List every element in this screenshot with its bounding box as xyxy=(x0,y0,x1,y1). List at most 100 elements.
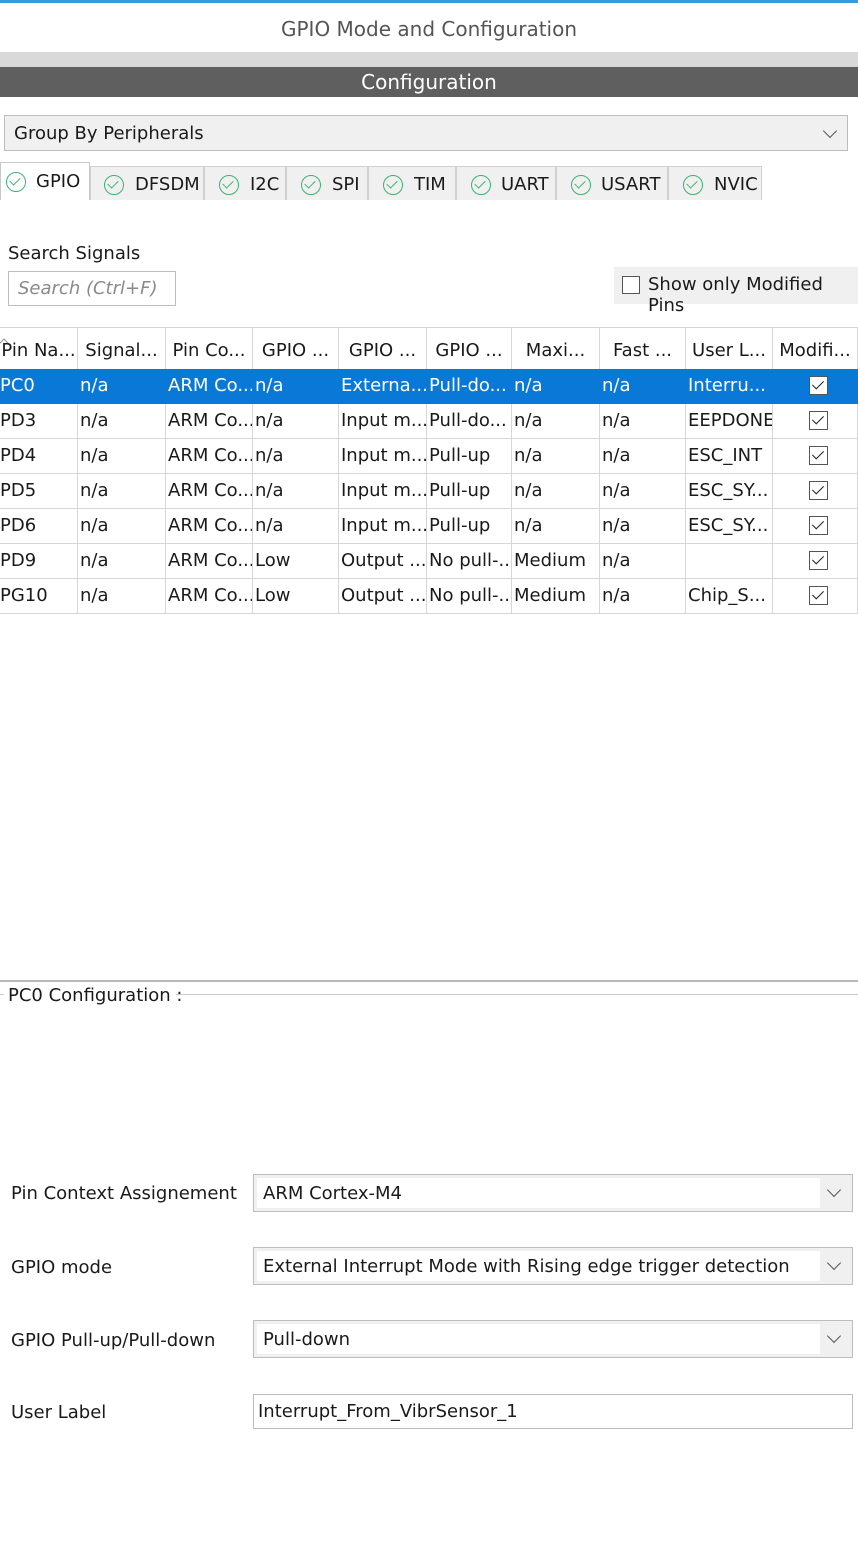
tab-spi[interactable]: SPI xyxy=(286,166,368,200)
table-row[interactable]: PD3 n/a ARM Co... n/a Input m... Pull-do... n/… xyxy=(0,404,858,439)
tab-uart[interactable]: UART xyxy=(456,166,556,200)
tab-label: USART xyxy=(601,174,661,195)
column-header-modified[interactable]: Modifi... xyxy=(773,327,858,369)
modified-checkbox[interactable] xyxy=(809,446,828,465)
column-header-pin-context[interactable]: Pin Co... xyxy=(166,327,253,369)
cell-modified xyxy=(773,439,858,474)
cell-user-label: ESC_SY... xyxy=(686,509,773,544)
cell-gpio-output-level: n/a xyxy=(253,474,339,509)
cell-modified xyxy=(773,544,858,579)
tab-nvic[interactable]: NVIC xyxy=(668,166,762,200)
cell-gpio-mode: Input m... xyxy=(339,474,427,509)
column-header-gpio-pull[interactable]: GPIO ... xyxy=(427,327,512,369)
cell-gpio-mode: Input m... xyxy=(339,439,427,474)
modified-checkbox[interactable] xyxy=(809,481,828,500)
cell-fast-mode: n/a xyxy=(600,544,686,579)
table-row[interactable]: PD4 n/a ARM Co... n/a Input m... Pull-up n/a n/… xyxy=(0,439,858,474)
column-header-user-label[interactable]: User L... xyxy=(686,327,773,369)
cell-pin-context: ARM Co... xyxy=(166,369,253,404)
cell-gpio-pull: Pull-up xyxy=(427,439,512,474)
cell-max-speed: n/a xyxy=(512,404,600,439)
table-row[interactable]: PC0 n/a ARM Co... n/a Externa... Pull-do... n/… xyxy=(0,369,858,404)
check-circle-icon xyxy=(383,175,403,195)
modified-checkbox[interactable] xyxy=(809,411,828,430)
cell-modified xyxy=(773,579,858,614)
window-title: GPIO Mode and Configuration xyxy=(280,17,578,41)
cell-fast-mode: n/a xyxy=(600,404,686,439)
cell-fast-mode: n/a xyxy=(600,509,686,544)
tab-label: UART xyxy=(501,174,549,195)
column-header-pin-name[interactable]: Pin Na... xyxy=(0,327,78,369)
show-modified-toggle[interactable]: Show only Modified Pins xyxy=(614,267,858,316)
cell-pin-context: ARM Co... xyxy=(166,544,253,579)
table-row[interactable]: PD9 n/a ARM Co... Low Output ... No pull-... M… xyxy=(0,544,858,579)
tab-label: DFSDM xyxy=(135,174,200,195)
modified-checkbox[interactable] xyxy=(809,376,828,395)
modified-checkbox[interactable] xyxy=(809,551,828,570)
gpio-mode-select[interactable]: External Interrupt Mode with Rising edge… xyxy=(253,1247,853,1285)
pin-context-select[interactable]: ARM Cortex-M4 xyxy=(253,1174,853,1212)
cell-pin-name: PD6 xyxy=(0,509,78,544)
column-header-gpio-output-level[interactable]: GPIO ... xyxy=(253,327,339,369)
cell-signal: n/a xyxy=(78,404,166,439)
cell-gpio-output-level: Low xyxy=(253,579,339,614)
tab-gpio[interactable]: GPIO xyxy=(0,162,90,200)
check-circle-icon xyxy=(301,175,321,195)
table-row[interactable]: PD5 n/a ARM Co... n/a Input m... Pull-up n/a n/… xyxy=(0,474,858,509)
tab-label: SPI xyxy=(332,174,360,195)
check-circle-icon xyxy=(219,175,239,195)
check-circle-icon xyxy=(104,175,124,195)
table-row[interactable]: PG10 n/a ARM Co... Low Output ... No pull-...… xyxy=(0,579,858,614)
tab-i2c[interactable]: I2C xyxy=(204,166,286,200)
cell-pin-name: PD4 xyxy=(0,439,78,474)
section-header: Configuration xyxy=(0,67,858,97)
cell-gpio-mode: Output ... xyxy=(339,579,427,614)
cell-gpio-pull: Pull-do... xyxy=(427,369,512,404)
tab-dfsdm[interactable]: DFSDM xyxy=(90,166,204,200)
column-header-signal[interactable]: Signal... xyxy=(78,327,166,369)
group-border xyxy=(0,994,4,995)
table-row[interactable]: PD6 n/a ARM Co... n/a Input m... Pull-up n/a n/… xyxy=(0,509,858,544)
cell-pin-context: ARM Co... xyxy=(166,579,253,614)
cell-fast-mode: n/a xyxy=(600,369,686,404)
cell-modified xyxy=(773,369,858,404)
cell-modified xyxy=(773,509,858,544)
cell-gpio-output-level: Low xyxy=(253,544,339,579)
combo-field: Pull-down xyxy=(257,1324,820,1354)
cell-pin-name: PD9 xyxy=(0,544,78,579)
cell-modified xyxy=(773,474,858,509)
cell-user-label: EEPDONE xyxy=(686,404,773,439)
search-input[interactable] xyxy=(8,271,176,306)
show-modified-checkbox[interactable] xyxy=(622,276,640,294)
column-header-fast-mode[interactable]: Fast ... xyxy=(600,327,686,369)
tab-usart[interactable]: USART xyxy=(556,166,668,200)
cell-max-speed: n/a xyxy=(512,474,600,509)
cell-max-speed: Medium xyxy=(512,544,600,579)
tab-label: I2C xyxy=(250,174,280,195)
tab-tim[interactable]: TIM xyxy=(368,166,456,200)
column-header-gpio-mode[interactable]: GPIO ... xyxy=(339,327,427,369)
cell-gpio-pull: Pull-up xyxy=(427,474,512,509)
window-title-bar: GPIO Mode and Configuration xyxy=(0,0,858,52)
tab-label: GPIO xyxy=(36,171,81,192)
cell-gpio-mode: Input m... xyxy=(339,509,427,544)
column-header-max-speed[interactable]: Maxi... xyxy=(512,327,600,369)
check-circle-icon xyxy=(571,175,591,195)
cell-fast-mode: n/a xyxy=(600,474,686,509)
group-by-select[interactable]: Group By Peripherals xyxy=(4,115,848,151)
cell-pin-name: PG10 xyxy=(0,579,78,614)
cell-signal: n/a xyxy=(78,509,166,544)
panel-splitter[interactable] xyxy=(0,980,858,982)
user-label-input[interactable] xyxy=(253,1394,853,1429)
cell-pin-name: PC0 xyxy=(0,369,78,404)
modified-checkbox[interactable] xyxy=(809,516,828,535)
gpio-pull-value: Pull-down xyxy=(263,1329,351,1350)
pin-context-label: Pin Context Assignement xyxy=(11,1183,237,1204)
modified-checkbox[interactable] xyxy=(809,586,828,605)
cell-fast-mode: n/a xyxy=(600,439,686,474)
cell-pin-context: ARM Co... xyxy=(166,474,253,509)
tab-label: TIM xyxy=(414,174,446,195)
check-circle-icon xyxy=(6,172,26,192)
gpio-pull-select[interactable]: Pull-down xyxy=(253,1320,853,1358)
cell-user-label: Interru... xyxy=(686,369,773,404)
